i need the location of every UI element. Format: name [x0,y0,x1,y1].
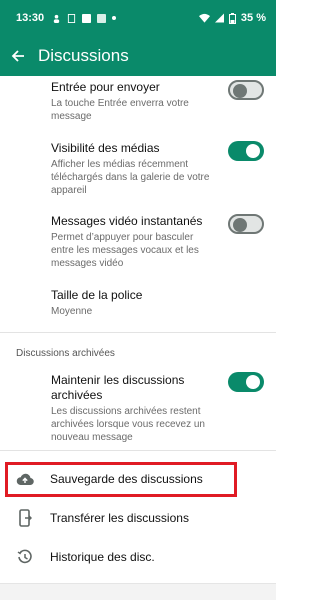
toggle-knob [233,218,247,232]
battery-icon [228,12,236,24]
highlight-box [5,462,237,497]
toggle-knob [246,144,260,158]
history-icon [14,546,36,568]
setting-subtitle: Moyenne [51,306,93,317]
phone-transfer-icon [14,507,36,529]
setting-subtitle: Afficher les médias récemment téléchargé… [51,159,210,196]
divider [0,332,276,333]
more-notifications-icon [112,16,117,20]
toggle-knob [233,84,247,98]
status-time: 13:30 [16,12,45,24]
notification-icons [52,13,117,23]
keep-archived-toggle[interactable] [228,372,264,392]
section-archived-label: Discussions archivées [16,348,115,359]
status-right: 35 % [198,12,266,24]
transfer-chats-item[interactable]: Transférer les discussions [0,499,276,537]
battery-percent: 35 % [240,12,266,24]
chat-history-label: Historique des disc. [50,550,155,564]
person-icon [53,14,60,23]
sim-icon [68,13,76,23]
wifi-icon [198,13,210,23]
divider [0,450,276,451]
setting-subtitle: Permet d’appuyer pour basculer entre les… [51,232,199,269]
settings-list: Entrée pour envoyer La touche Entrée env… [0,76,276,600]
page-title: Discussions [38,46,129,65]
setting-keep-archived[interactable]: Maintenir les discussions archivées Les … [51,373,211,444]
chat-history-item[interactable]: Historique des disc. [0,538,276,576]
setting-title: Messages vidéo instantanés [51,214,203,228]
setting-font-size[interactable]: Taille de la police Moyenne [51,288,211,318]
setting-media-visibility[interactable]: Visibilité des médias Afficher les média… [51,141,211,197]
back-button[interactable] [0,36,36,76]
transfer-chats-label: Transférer les discussions [50,511,189,525]
setting-title: Taille de la police [51,288,143,302]
setting-title: Visibilité des médias [51,141,160,155]
toggle-knob [246,375,260,389]
message-icon [97,13,107,23]
signal-icon [214,13,224,23]
setting-subtitle: La touche Entrée enverra votre message [51,98,189,122]
setting-enter-to-send[interactable]: Entrée pour envoyer La touche Entrée env… [51,80,211,123]
app-bar: Discussions [0,36,276,76]
instant-video-toggle[interactable] [228,214,264,234]
image-icon [82,13,92,23]
setting-instant-video-messages[interactable]: Messages vidéo instantanés Permet d’appu… [51,214,211,270]
status-bar: 13:30 35 % [0,0,276,36]
setting-subtitle: Les discussions archivées restent archiv… [51,406,205,443]
media-visibility-toggle[interactable] [228,141,264,161]
setting-title: Maintenir les discussions archivées [51,373,185,402]
enter-to-send-toggle[interactable] [228,80,264,100]
setting-title: Entrée pour envoyer [51,80,160,94]
bottom-bar [0,583,276,600]
back-arrow-icon [11,50,24,62]
